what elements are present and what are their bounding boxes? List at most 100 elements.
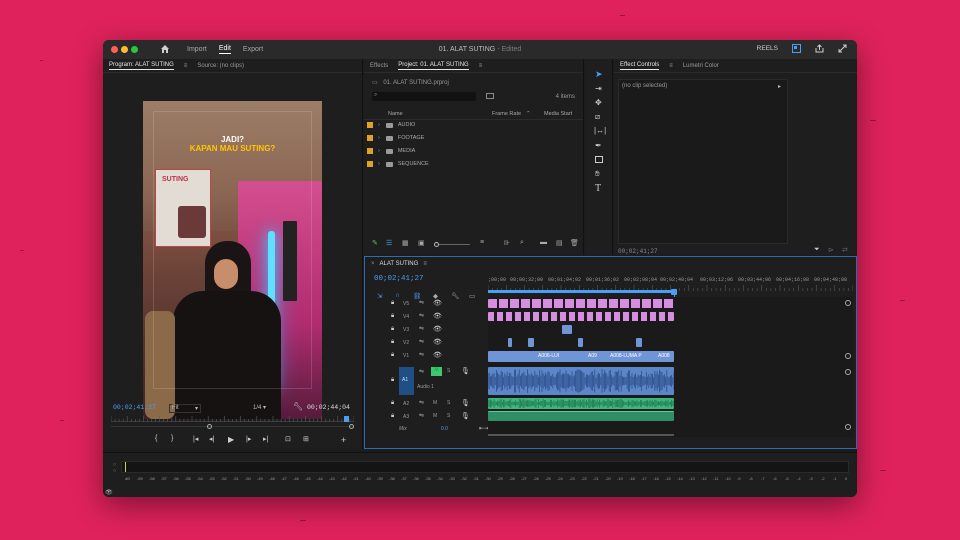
track-label-a1[interactable]: A1 (402, 377, 408, 383)
close-tab-icon[interactable]: × (371, 261, 375, 267)
timeline-timecode[interactable]: 00;02;41;27 (374, 275, 424, 283)
track-select-tool-icon[interactable]: ⇥ (595, 84, 602, 93)
nav-export[interactable]: Export (243, 46, 263, 53)
home-icon[interactable] (160, 44, 170, 54)
scroll-handle[interactable] (845, 369, 851, 375)
trash-icon[interactable]: 🗑︎ (570, 239, 579, 247)
track-label-v1[interactable]: V1 (403, 353, 409, 359)
v3-clip[interactable] (562, 325, 572, 334)
panel-menu-icon[interactable]: ≡ (479, 63, 483, 69)
mark-in-icon[interactable]: { (155, 435, 157, 442)
list-item[interactable]: › FOOTAGE (364, 132, 583, 144)
v4-clip[interactable] (488, 312, 674, 321)
sync-icon[interactable]: ⇋ (419, 368, 424, 375)
new-search-bin-icon[interactable] (486, 93, 494, 99)
label-color-swatch[interactable] (367, 161, 373, 167)
track-label-a3[interactable]: A3 (403, 414, 409, 420)
lock-icon[interactable]: 🔒︎ (391, 339, 394, 346)
eye-icon[interactable]: 👁︎ (433, 338, 442, 346)
track-label-v4[interactable]: V4 (403, 314, 409, 320)
thumbnail-zoom-slider[interactable] (434, 242, 470, 247)
filter-icon[interactable]: ⏷ (814, 246, 820, 254)
tab-project[interactable]: Project: 01. ALAT SUTING (398, 62, 469, 70)
eye-icon[interactable]: 👁︎ (433, 351, 442, 359)
solo-button[interactable]: S (447, 413, 450, 419)
col-frame-rate[interactable]: Frame Rate (492, 111, 521, 117)
microphone-icon[interactable]: 🎙︎ (461, 399, 470, 407)
track-label-v5[interactable]: V5 (403, 301, 409, 307)
sync-icon[interactable]: ⇋ (419, 351, 424, 358)
lock-icon[interactable]: 🔒︎ (391, 413, 394, 420)
program-video-frame[interactable]: SUTING JADI? KAPAN MAU SUTING? (143, 101, 322, 419)
rectangle-tool-icon[interactable] (595, 156, 603, 163)
scroll-handle[interactable] (845, 424, 851, 430)
v5-clip[interactable] (488, 299, 674, 308)
sync-icon[interactable]: ⇋ (419, 325, 424, 332)
minimize-window-button[interactable] (121, 46, 128, 53)
meter-solo-toggle[interactable]: ○ (113, 468, 116, 474)
mute-button[interactable]: M (431, 367, 442, 376)
microphone-icon[interactable]: 🎙︎ (461, 367, 470, 375)
tab-source[interactable]: Source: (no clips) (197, 63, 244, 69)
a1-clip[interactable] (488, 367, 674, 395)
scroll-handle[interactable] (845, 300, 851, 306)
solo-button[interactable]: S (447, 368, 450, 374)
zoom-handle-right[interactable] (349, 424, 354, 429)
eye-icon[interactable]: 👁︎ (433, 312, 442, 320)
step-back-icon[interactable]: ◂| (209, 435, 214, 443)
sync-icon[interactable]: ⇋ (419, 399, 424, 406)
go-to-out-icon[interactable]: ▸| (263, 435, 268, 443)
sequence-tab[interactable]: ALAT SUTING (380, 261, 419, 267)
reels-label[interactable]: REELS (757, 45, 778, 52)
close-window-button[interactable] (111, 46, 118, 53)
a3-clip[interactable] (488, 411, 674, 421)
lock-icon[interactable]: 🔒︎ (391, 300, 394, 307)
tab-effect-controls[interactable]: Effect Controls (620, 62, 660, 70)
mark-out-icon[interactable]: } (171, 435, 173, 442)
mix-value[interactable]: 0.0 (441, 426, 448, 432)
list-view-icon[interactable]: ☰ (386, 239, 392, 247)
zoom-handle-left[interactable] (207, 424, 212, 429)
microphone-icon[interactable]: 🎙︎ (461, 412, 470, 420)
new-item-icon[interactable]: ▤ (556, 239, 563, 247)
disclosure-arrow-icon[interactable]: › (378, 122, 380, 128)
sync-icon[interactable]: ⇋ (419, 312, 424, 319)
step-forward-icon[interactable]: |▸ (246, 435, 251, 443)
automate-icon[interactable]: ⊪ (504, 239, 510, 247)
nav-import[interactable]: Import (187, 46, 207, 53)
add-button-icon[interactable]: + (341, 435, 346, 445)
new-bin-icon[interactable]: ▬ (540, 239, 547, 246)
list-item[interactable]: › MEDIA (364, 145, 583, 157)
list-item[interactable]: › AUDIO (364, 119, 583, 131)
lock-icon[interactable]: 🔒︎ (391, 352, 394, 359)
razor-tool-icon[interactable]: ⧄ (595, 112, 600, 122)
ripple-edit-tool-icon[interactable]: ✥ (595, 98, 602, 107)
playhead-marker[interactable] (344, 416, 349, 422)
label-color-swatch[interactable] (367, 135, 373, 141)
export-frame-icon[interactable]: ⊳ (828, 246, 834, 254)
selection-tool-icon[interactable]: ➤ (595, 69, 603, 80)
track-label-v2[interactable]: V2 (403, 340, 409, 346)
type-tool-icon[interactable]: T (595, 183, 601, 194)
go-to-in-icon[interactable]: |◂ (193, 435, 198, 443)
project-search-input[interactable]: ⌕ (372, 92, 476, 101)
v1-clip[interactable]: A006-LUI A09 A008-LUMA P A008 (488, 351, 674, 362)
v2-clip[interactable] (528, 338, 534, 347)
freeform-view-icon[interactable]: ▣ (418, 239, 425, 247)
slider-handle[interactable] (434, 242, 439, 247)
panel-menu-icon[interactable]: ≡ (669, 63, 673, 69)
program-scrub-bar[interactable] (111, 416, 354, 422)
panel-menu-icon[interactable]: ≡ (184, 63, 188, 69)
lock-icon[interactable]: 🔒︎ (391, 326, 394, 333)
label-color-swatch[interactable] (367, 148, 373, 154)
play-icon[interactable]: ▶ (228, 435, 234, 444)
loop-icon[interactable]: ⇄ (842, 246, 848, 254)
tab-program[interactable]: Program: ALAT SUTING (109, 62, 174, 70)
find-icon[interactable]: ⌕ (520, 239, 524, 247)
disclosure-arrow-icon[interactable]: › (378, 148, 380, 154)
sort-icon[interactable]: ≡ (480, 239, 484, 246)
timeline-horizontal-scroll[interactable] (488, 434, 674, 436)
resolution-dropdown[interactable]: 1/4 ▾ (253, 404, 275, 411)
sync-icon[interactable]: ⇋ (419, 412, 424, 419)
fullscreen-icon[interactable] (838, 44, 847, 53)
